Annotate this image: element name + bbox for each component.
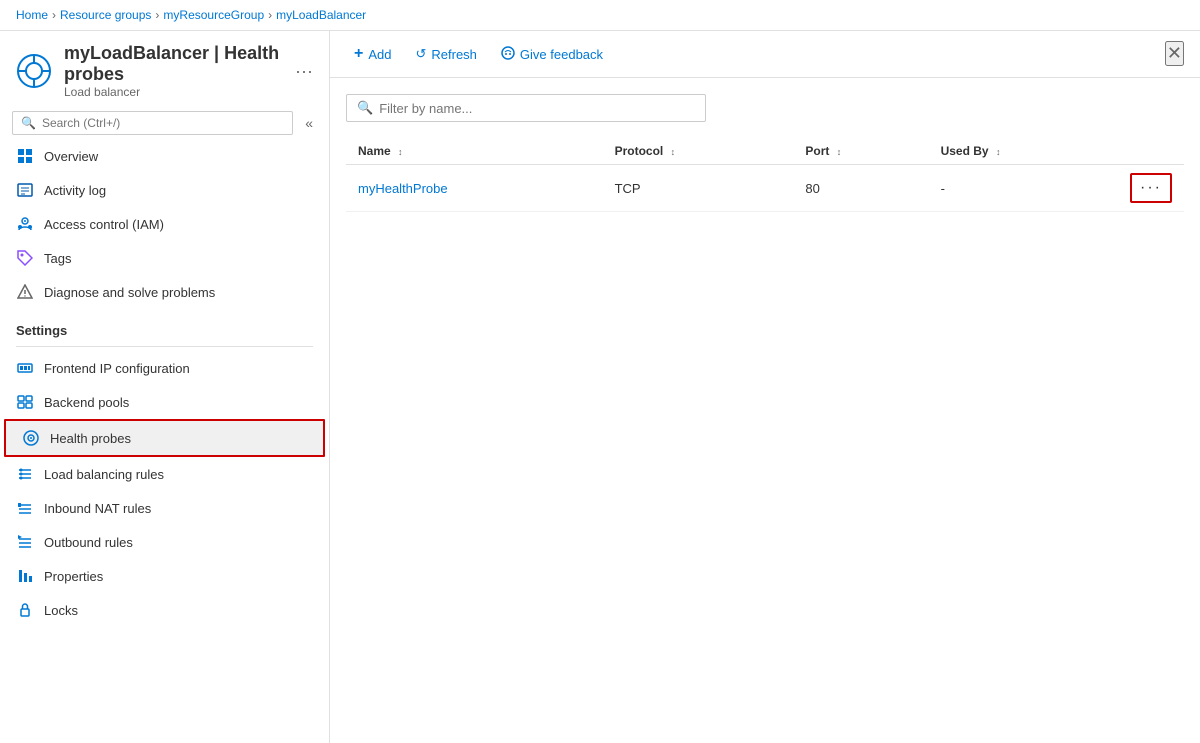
cell-port: 80 (793, 165, 928, 212)
refresh-button[interactable]: ↺ Refresh (407, 42, 484, 66)
sidebar-item-tags-label: Tags (44, 251, 71, 266)
sidebar-item-locks-label: Locks (44, 603, 78, 618)
add-button[interactable]: + Add (346, 41, 399, 67)
breadcrumb: Home › Resource groups › myResourceGroup… (0, 0, 1200, 30)
sidebar-item-backend-pools[interactable]: Backend pools (0, 385, 329, 419)
sidebar-item-diagnose[interactable]: Diagnose and solve problems (0, 275, 329, 309)
activity-log-icon (16, 181, 34, 199)
add-icon: + (354, 45, 363, 63)
content-body: 🔍 Name ↕ Protocol ↕ (330, 78, 1200, 743)
more-options-button[interactable]: ··· (295, 61, 313, 82)
cell-actions: ··· (1118, 165, 1184, 212)
settings-divider (16, 346, 313, 347)
row-more-button[interactable]: ··· (1130, 173, 1172, 203)
col-protocol-label: Protocol (615, 144, 664, 158)
filter-box[interactable]: 🔍 (346, 94, 706, 122)
col-port-sort[interactable]: ↕ (837, 147, 842, 157)
breadcrumb-resource-group[interactable]: myResourceGroup (163, 8, 264, 22)
sidebar-header: myLoadBalancer | Health probes Load bala… (0, 31, 329, 107)
sidebar-item-lb-rules[interactable]: Load balancing rules (0, 457, 329, 491)
sidebar-item-frontend-ip-label: Frontend IP configuration (44, 361, 190, 376)
sidebar-item-frontend-ip[interactable]: Frontend IP configuration (0, 351, 329, 385)
breadcrumb-load-balancer[interactable]: myLoadBalancer (276, 8, 366, 22)
breadcrumb-home[interactable]: Home (16, 8, 48, 22)
sidebar-item-properties[interactable]: Properties (0, 559, 329, 593)
page-title: myLoadBalancer | Health probes (64, 43, 283, 85)
sidebar-item-locks[interactable]: Locks (0, 593, 329, 627)
sidebar-item-backend-pools-label: Backend pools (44, 395, 129, 410)
cell-name: myHealthProbe (346, 165, 603, 212)
sidebar-item-inbound-nat-label: Inbound NAT rules (44, 501, 151, 516)
content-area: + Add ↺ Refresh Give feedback ✕ (330, 31, 1200, 743)
col-actions (1118, 138, 1184, 165)
sidebar-item-overview-label: Overview (44, 149, 98, 164)
collapse-button[interactable]: « (297, 111, 321, 135)
locks-icon (16, 601, 34, 619)
col-name-sort[interactable]: ↕ (398, 147, 403, 157)
col-port[interactable]: Port ↕ (793, 138, 928, 165)
health-probe-link[interactable]: myHealthProbe (358, 181, 448, 196)
sidebar-item-diagnose-label: Diagnose and solve problems (44, 285, 215, 300)
lb-rules-icon (16, 465, 34, 483)
filter-icon: 🔍 (357, 100, 373, 116)
health-probes-table: Name ↕ Protocol ↕ Port ↕ Used By (346, 138, 1184, 212)
sidebar-item-outbound-rules-label: Outbound rules (44, 535, 133, 550)
page-subtitle: Load balancer (64, 85, 283, 99)
refresh-label: Refresh (431, 47, 477, 62)
sidebar-item-overview[interactable]: Overview (0, 139, 329, 173)
tags-icon (16, 249, 34, 267)
refresh-icon: ↺ (415, 46, 426, 62)
content-toolbar: + Add ↺ Refresh Give feedback ✕ (330, 31, 1200, 78)
backend-pools-icon (16, 393, 34, 411)
close-button[interactable]: ✕ (1165, 41, 1184, 66)
sidebar-item-access-control[interactable]: Access control (IAM) (0, 207, 329, 241)
sidebar-item-health-probes-container[interactable]: Health probes (4, 419, 325, 457)
properties-icon (16, 567, 34, 585)
col-name[interactable]: Name ↕ (346, 138, 603, 165)
add-label: Add (368, 47, 391, 62)
col-used-by-label: Used By (941, 144, 989, 158)
col-protocol[interactable]: Protocol ↕ (603, 138, 794, 165)
search-input[interactable] (42, 116, 284, 130)
breadcrumb-resource-groups[interactable]: Resource groups (60, 8, 151, 22)
filter-input[interactable] (379, 101, 695, 116)
search-row: 🔍 « (0, 107, 329, 139)
sidebar-item-properties-label: Properties (44, 569, 103, 584)
search-icon: 🔍 (21, 116, 36, 130)
sidebar: myLoadBalancer | Health probes Load bala… (0, 31, 330, 743)
table-row: myHealthProbe TCP 80 - ··· (346, 165, 1184, 212)
health-probes-icon (22, 429, 40, 447)
sidebar-item-health-probes[interactable]: Health probes (6, 421, 323, 455)
sidebar-item-access-control-label: Access control (IAM) (44, 217, 164, 232)
sidebar-item-tags[interactable]: Tags (0, 241, 329, 275)
load-balancer-icon (16, 53, 52, 89)
overview-icon (16, 147, 34, 165)
diagnose-icon (16, 283, 34, 301)
sidebar-item-lb-rules-label: Load balancing rules (44, 467, 164, 482)
feedback-label: Give feedback (520, 47, 603, 62)
sidebar-item-health-probes-label: Health probes (50, 431, 131, 446)
cell-protocol: TCP (603, 165, 794, 212)
col-port-label: Port (805, 144, 829, 158)
col-used-by-sort[interactable]: ↕ (996, 147, 1001, 157)
access-control-icon (16, 215, 34, 233)
table-header-row: Name ↕ Protocol ↕ Port ↕ Used By (346, 138, 1184, 165)
outbound-rules-icon (16, 533, 34, 551)
frontend-ip-icon (16, 359, 34, 377)
col-used-by[interactable]: Used By ↕ (929, 138, 1118, 165)
sidebar-item-activity-log[interactable]: Activity log (0, 173, 329, 207)
sidebar-item-inbound-nat[interactable]: Inbound NAT rules (0, 491, 329, 525)
feedback-icon (501, 46, 515, 63)
search-box[interactable]: 🔍 (12, 111, 293, 135)
settings-section-label: Settings (0, 309, 329, 342)
inbound-nat-icon (16, 499, 34, 517)
sidebar-item-activity-log-label: Activity log (44, 183, 106, 198)
feedback-button[interactable]: Give feedback (493, 42, 611, 67)
col-protocol-sort[interactable]: ↕ (671, 147, 676, 157)
sidebar-nav: Overview Activity log (0, 139, 329, 743)
cell-used-by: - (929, 165, 1118, 212)
col-name-label: Name (358, 144, 391, 158)
sidebar-item-outbound-rules[interactable]: Outbound rules (0, 525, 329, 559)
